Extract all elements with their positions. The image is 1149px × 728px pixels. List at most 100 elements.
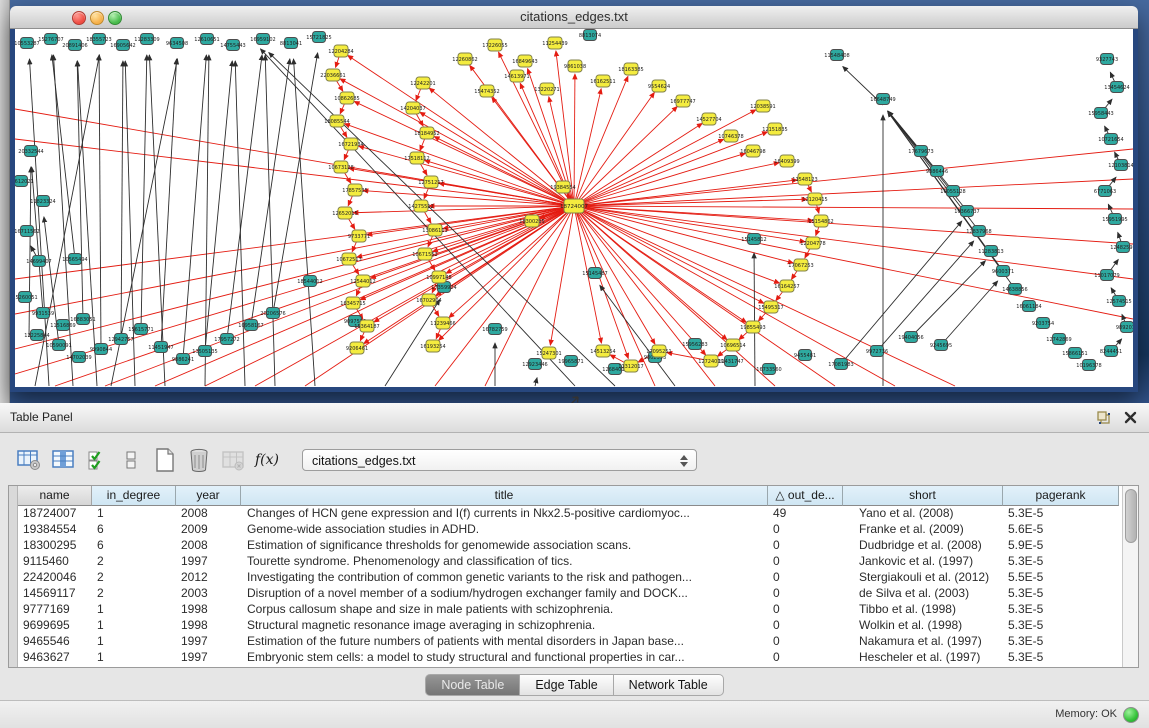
black-edge[interactable]: [888, 112, 1015, 289]
tab-node-table[interactable]: Node Table: [425, 674, 520, 696]
cell-out_degree[interactable]: 0: [768, 522, 843, 538]
red-edge[interactable]: [434, 137, 574, 206]
cell-pagerank[interactable]: 5.3E-5: [1003, 650, 1119, 666]
column-header-in_degree[interactable]: in_degree: [92, 486, 176, 506]
black-edge[interactable]: [141, 55, 147, 329]
cell-year[interactable]: 2009: [176, 522, 241, 538]
cell-out_degree[interactable]: 0: [768, 618, 843, 634]
row-selection-button[interactable]: [84, 447, 110, 473]
table-row[interactable]: 2242004622012Investigating the contribut…: [18, 570, 1119, 586]
red-edge[interactable]: [574, 139, 724, 206]
red-edge[interactable]: [255, 206, 574, 386]
red-edge[interactable]: [574, 206, 1133, 244]
red-edge[interactable]: [574, 206, 628, 358]
column-header-short[interactable]: short: [843, 486, 1003, 506]
cell-out_degree[interactable]: 0: [768, 650, 843, 666]
scrollbar-thumb[interactable]: [1125, 489, 1137, 543]
cell-out_degree[interactable]: 49: [768, 506, 843, 522]
cell-title[interactable]: Structural magnetic resonance image aver…: [241, 618, 768, 634]
black-edge[interactable]: [877, 241, 974, 351]
table-rows-button[interactable]: [118, 447, 144, 473]
table-row[interactable]: 1456911722003Disruption of a novel membe…: [18, 586, 1119, 602]
window-titlebar[interactable]: citations_edges.txt: [10, 6, 1138, 29]
black-edge[interactable]: [911, 261, 985, 337]
cell-pagerank[interactable]: 5.9E-5: [1003, 538, 1119, 554]
table-row[interactable]: 946362711997Embryonic stem cells: a mode…: [18, 650, 1119, 666]
red-edge[interactable]: [574, 206, 1133, 209]
cell-out_degree[interactable]: 0: [768, 602, 843, 618]
cell-year[interactable]: 2003: [176, 586, 241, 602]
cell-short[interactable]: Jankovic et al. (1997): [843, 554, 1003, 570]
cell-in_degree[interactable]: 1: [92, 650, 176, 666]
cell-out_degree[interactable]: 0: [768, 634, 843, 650]
red-edge[interactable]: [574, 149, 1133, 206]
cell-title[interactable]: Tourette syndrome. Phenomenology and cla…: [241, 554, 768, 570]
cell-pagerank[interactable]: 5.3E-5: [1003, 634, 1119, 650]
cell-year[interactable]: 2012: [176, 570, 241, 586]
cell-year[interactable]: 1998: [176, 618, 241, 634]
black-edge[interactable]: [227, 55, 262, 339]
red-edge[interactable]: [574, 153, 745, 206]
network-view-window[interactable]: citations_edges.txt 10553287152767072089…: [10, 6, 1138, 392]
cell-pagerank[interactable]: 5.3E-5: [1003, 602, 1119, 618]
column-visibility-button[interactable]: [50, 447, 76, 473]
cell-name[interactable]: 9699695: [18, 618, 92, 634]
cell-short[interactable]: de Silva et al. (2003): [843, 586, 1003, 602]
column-header-out_degree[interactable]: △ out_de...: [768, 486, 843, 506]
vertical-scrollbar[interactable]: [1122, 486, 1138, 667]
cell-in_degree[interactable]: 6: [92, 538, 176, 554]
cell-pagerank[interactable]: 5.3E-5: [1003, 554, 1119, 570]
column-header-pagerank[interactable]: pagerank: [1003, 486, 1119, 506]
cell-pagerank[interactable]: 5.6E-5: [1003, 522, 1119, 538]
tab-network-table[interactable]: Network Table: [614, 674, 724, 696]
cell-pagerank[interactable]: 5.3E-5: [1003, 506, 1119, 522]
red-edge[interactable]: [574, 89, 601, 206]
function-builder-button[interactable]: f(x): [254, 447, 280, 473]
close-window-button[interactable]: [72, 11, 86, 25]
cell-short[interactable]: Nakamura et al. (1997): [843, 634, 1003, 650]
table-selector-dropdown[interactable]: citations_edges.txt: [302, 449, 697, 471]
cell-short[interactable]: Yano et al. (2008): [843, 506, 1003, 522]
cell-name[interactable]: 22420046: [18, 570, 92, 586]
black-edge[interactable]: [941, 281, 998, 345]
cell-out_degree[interactable]: 0: [768, 586, 843, 602]
cell-name[interactable]: 9465546: [18, 634, 92, 650]
red-edge[interactable]: [574, 107, 677, 206]
column-header-year[interactable]: year: [176, 486, 241, 506]
red-edge[interactable]: [574, 206, 775, 386]
black-edge[interactable]: [294, 59, 315, 386]
black-edge[interactable]: [205, 61, 232, 351]
cell-name[interactable]: 9777169: [18, 602, 92, 618]
delete-column-button[interactable]: [186, 447, 212, 473]
black-edge[interactable]: [269, 53, 615, 386]
cell-short[interactable]: Franke et al. (2009): [843, 522, 1003, 538]
cell-in_degree[interactable]: 2: [92, 570, 176, 586]
cell-year[interactable]: 1997: [176, 634, 241, 650]
cell-short[interactable]: Hescheler et al. (1997): [843, 650, 1003, 666]
cell-out_degree[interactable]: 0: [768, 570, 843, 586]
table-row[interactable]: 1830029562008Estimation of significance …: [18, 538, 1119, 554]
cell-pagerank[interactable]: 5.5E-5: [1003, 570, 1119, 586]
cell-pagerank[interactable]: 5.3E-5: [1003, 586, 1119, 602]
cell-pagerank[interactable]: 5.3E-5: [1003, 618, 1119, 634]
black-edge[interactable]: [183, 55, 206, 359]
red-edge[interactable]: [55, 206, 574, 386]
table-row[interactable]: 911546021997Tourette syndrome. Phenomeno…: [18, 554, 1119, 570]
cell-out_degree[interactable]: 0: [768, 554, 843, 570]
cell-in_degree[interactable]: 2: [92, 586, 176, 602]
cell-name[interactable]: 19384554: [18, 522, 92, 538]
cell-year[interactable]: 1997: [176, 650, 241, 666]
red-edge[interactable]: [205, 206, 574, 386]
black-edge[interactable]: [754, 253, 755, 386]
table-row[interactable]: 969969511998Structural magnetic resonanc…: [18, 618, 1119, 634]
cell-short[interactable]: Tibbo et al. (1998): [843, 602, 1003, 618]
network-canvas[interactable]: 1055328715276707208914061835572316905642…: [15, 29, 1133, 387]
column-header-title[interactable]: title: [241, 486, 768, 506]
new-column-button[interactable]: [152, 447, 178, 473]
red-edge[interactable]: [340, 79, 574, 206]
table-row[interactable]: 977716911998Corpus callosum shape and si…: [18, 602, 1119, 618]
red-edge[interactable]: [574, 163, 779, 206]
cell-title[interactable]: Embryonic stem cells: a model to study s…: [241, 650, 768, 666]
cell-year[interactable]: 2008: [176, 538, 241, 554]
minimize-window-button[interactable]: [90, 11, 104, 25]
